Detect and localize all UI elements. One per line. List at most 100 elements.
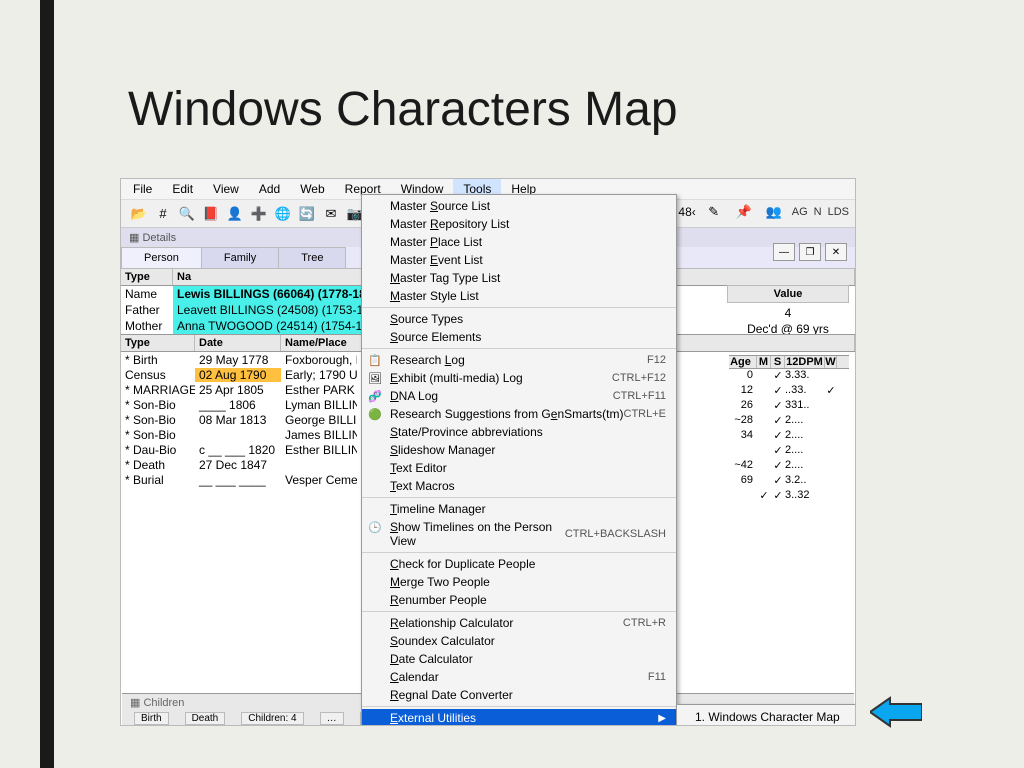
event-name-place: George BILLING [281,413,357,427]
maximize-button[interactable]: ❐ [799,243,821,261]
menu-item-shortcut: CTRL+E [624,408,667,420]
menu-add[interactable]: Add [249,179,290,199]
menu-item-label: Merge Two People [390,575,490,589]
zoom-value[interactable]: 48‹ [678,205,695,219]
event-type: * Burial [121,473,195,487]
age-s: ✓ [771,384,785,399]
people-icon[interactable]: 👥 [765,203,783,221]
menu-item-label: Master Tag Type List [390,271,500,285]
menu-item[interactable]: Source Elements [362,328,676,346]
person-icon[interactable]: 👤 [226,205,244,223]
menu-item[interactable]: Renumber People [362,591,676,609]
menu-item[interactable]: Soundex Calculator [362,632,676,650]
menu-item-label: Renumber People [390,593,487,607]
globe-icon[interactable]: 🌐 [274,205,292,223]
menu-item[interactable]: Merge Two People [362,573,676,591]
submenu-item-charmap[interactable]: 1. Windows Character Map [677,707,856,726]
menu-view[interactable]: View [203,179,249,199]
person-add-icon[interactable]: ➕ [250,205,268,223]
tab-family[interactable]: Family [201,247,279,268]
col-type: Type [121,335,195,351]
menu-item[interactable]: Master Place List [362,233,676,251]
menu-item[interactable]: Text Editor [362,459,676,477]
age-w [825,444,837,459]
menu-item[interactable]: Date Calculator [362,650,676,668]
age-s: ✓ [771,429,785,444]
age-row: ~42✓2.... [729,459,849,474]
mail-icon[interactable]: ✉ [322,205,340,223]
hash-icon[interactable]: # [154,204,172,222]
menu-item[interactable]: Source Types [362,310,676,328]
toolbar-label-n[interactable]: N [814,206,822,218]
menu-web[interactable]: Web [290,179,334,199]
menu-item[interactable]: External Utilities▶ [362,709,676,726]
tools-menu: Master Source ListMaster Repository List… [361,194,677,726]
menu-item[interactable]: 🖼Exhibit (multi-media) LogCTRL+F12 [362,369,676,387]
book-icon[interactable]: 📕 [202,205,220,223]
menu-item-label: Source Types [390,312,463,326]
event-date: c __ ___ 1820 [195,443,281,457]
event-name-place: James BILLINGS [281,428,357,442]
toolbar-label-ag[interactable]: AG [792,206,808,218]
footer-tab[interactable]: Children: 4 [241,712,303,725]
menu-item-label: Source Elements [390,330,481,344]
age-m [757,399,771,414]
event-name-place: Vesper Cemeter [281,473,357,487]
refresh-icon[interactable]: 🔄 [298,205,316,223]
menu-item[interactable]: Master Repository List [362,215,676,233]
age-row: ✓2.... [729,444,849,459]
age-w [825,429,837,444]
toolbar-label-lds[interactable]: LDS [828,206,849,218]
footer-tab[interactable]: Birth [134,712,169,725]
value-header: Value [727,285,849,303]
slide-left-accent [40,0,54,768]
menu-edit[interactable]: Edit [162,179,203,199]
event-type: * Death [121,458,195,472]
menu-item[interactable]: Text Macros [362,477,676,495]
children-icon: ▦ [130,697,143,709]
menu-item[interactable]: State/Province abbreviations [362,423,676,441]
menu-item[interactable]: 📋Research LogF12 [362,351,676,369]
event-name-place: Foxborough, No [281,353,357,367]
age-dp: 331.. [785,399,825,414]
menu-item-label: Text Macros [390,479,455,493]
menu-item[interactable]: 🧬DNA LogCTRL+F11 [362,387,676,405]
menu-item[interactable]: Master Source List [362,197,676,215]
close-button[interactable]: ✕ [825,243,847,261]
tab-tree[interactable]: Tree [278,247,346,268]
age-row: 26✓331.. [729,399,849,414]
value-column: Value 4 Dec'd @ 69 yrs [727,285,849,337]
menu-item-label: State/Province abbreviations [390,425,543,439]
menu-item[interactable]: CalendarF11 [362,668,676,686]
menu-item[interactable]: Timeline Manager [362,500,676,518]
tab-person[interactable]: Person [121,247,202,268]
menu-item-label: Research Suggestions from GenSmarts(tm) [390,407,623,421]
footer-tab[interactable]: Death [185,712,226,725]
menu-item[interactable]: Slideshow Manager [362,441,676,459]
menu-item[interactable]: 🕒Show Timelines on the Person ViewCTRL+B… [362,518,676,550]
menu-item-label: Master Style List [390,289,479,303]
menu-item-label: Master Place List [390,235,482,249]
menu-file[interactable]: File [123,179,162,199]
age-m [757,459,771,474]
footer-tab[interactable]: … [320,712,344,725]
menu-item[interactable]: Check for Duplicate People [362,555,676,573]
minimize-button[interactable]: — [773,243,795,261]
event-date: 02 Aug 1790 [195,368,281,382]
menu-item[interactable]: 🟢Research Suggestions from GenSmarts(tm)… [362,405,676,423]
menu-item-icon: 🕒 [368,520,382,534]
summary-type: Father [121,302,173,318]
summary-type: Mother [121,318,173,334]
menu-item[interactable]: Relationship CalculatorCTRL+R [362,614,676,632]
pencil-icon[interactable]: ✎ [705,203,723,221]
menu-item[interactable]: Regnal Date Converter [362,686,676,704]
pin-icon[interactable]: 📌 [735,203,753,221]
folder-icon[interactable]: 📂 [130,205,148,223]
binoculars-icon[interactable]: 🔍 [178,205,196,223]
menu-item[interactable]: Master Event List [362,251,676,269]
age-s: ✓ [771,399,785,414]
event-type: Census [121,368,195,382]
menu-item[interactable]: Master Style List [362,287,676,305]
menu-item[interactable]: Master Tag Type List [362,269,676,287]
age-age: 12 [729,384,757,399]
